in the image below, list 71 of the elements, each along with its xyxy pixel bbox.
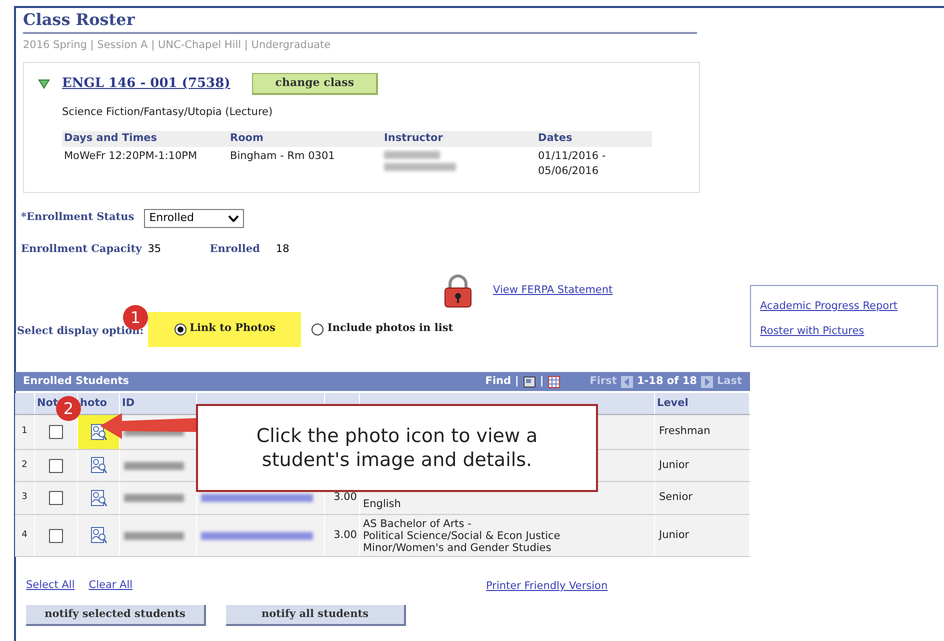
level: Freshman: [659, 424, 710, 440]
capacity-value: 35: [148, 242, 162, 257]
row-number: 4: [22, 528, 28, 542]
footer-link[interactable]: Clear All: [88, 578, 133, 594]
level: Junior: [659, 528, 690, 543]
units: 3.00: [334, 528, 357, 543]
change-class-button[interactable]: change class: [252, 72, 378, 95]
row-number: 3: [22, 491, 28, 504]
row-checkbox[interactable]: [49, 528, 63, 542]
report-link[interactable]: Academic Progress Report: [760, 299, 898, 315]
radio-option[interactable]: Link to Photos: [148, 312, 302, 346]
field-label: Enrolled: [210, 242, 260, 257]
days-times: MoWeFr 12:20PM-1:10PM: [64, 148, 198, 164]
previous-page-icon: [620, 376, 633, 388]
student-photo-icon[interactable]: [90, 424, 106, 440]
row-checkbox[interactable]: [49, 491, 63, 505]
blurred-student-id: [124, 532, 184, 540]
field-label: *Enrollment Status: [21, 210, 134, 226]
printer-friendly-link[interactable]: Printer Friendly Version: [486, 579, 608, 595]
blurred-instructor-names: [384, 148, 456, 170]
column-header: ID: [122, 396, 135, 411]
spreadsheet-icon[interactable]: [548, 376, 560, 388]
student-photo-icon[interactable]: [90, 457, 106, 474]
radio-option[interactable]: Include photos in list: [301, 312, 464, 346]
dates: 01/11/2016 - 05/06/2016: [538, 148, 606, 180]
report-link[interactable]: Roster with Pictures: [760, 324, 864, 340]
padlock-icon: [443, 274, 473, 308]
student-photo-icon[interactable]: [90, 490, 106, 506]
enrolled-value: 18: [276, 242, 290, 257]
collapse-triangle-icon[interactable]: [38, 78, 50, 89]
grid-title: Enrolled Students: [23, 374, 129, 389]
next-page-icon: [700, 376, 713, 388]
callout-text: Click the photo icon to view a student's image and details.: [255, 424, 539, 472]
separator: |: [540, 374, 544, 389]
enrollment-status-dropdown[interactable]: Enrolled: [144, 208, 244, 228]
radio-button-icon[interactable]: [311, 322, 324, 336]
student-photo-icon[interactable]: [90, 527, 106, 544]
class-link[interactable]: ENGL 146 - 001 (7538): [62, 74, 230, 94]
column-header: Not: [37, 396, 58, 411]
row-checkbox[interactable]: [49, 458, 63, 472]
column-header: hoto: [80, 396, 107, 411]
row-checkbox[interactable]: [49, 425, 63, 439]
row-number: 1: [22, 425, 28, 438]
blurred-student-id: [124, 462, 184, 470]
blurred-student-id: [124, 494, 184, 502]
units: 3.00: [334, 490, 357, 506]
column-header: Room: [230, 130, 264, 146]
column-header: Days and Times: [64, 130, 158, 146]
field-label: Enrollment Capacity: [21, 242, 142, 257]
zoom-grid-icon[interactable]: [522, 376, 536, 388]
level: Junior: [659, 458, 690, 473]
program-plan: English: [363, 498, 401, 510]
row-number: 2: [22, 458, 28, 472]
level: Senior: [659, 490, 692, 506]
column-header: Level: [657, 396, 688, 411]
radio-button-icon[interactable]: [174, 322, 187, 336]
page-range: 1-18 of 18: [636, 374, 697, 389]
notify-button[interactable]: notify selected students: [26, 605, 206, 626]
footer-link[interactable]: Select All: [26, 578, 75, 594]
chevron-down-icon: [228, 214, 240, 222]
room: Bingham - Rm 0301: [230, 148, 335, 164]
program-plan: AS Bachelor of Arts - Political Science/Social & Econ Justice Minor/Women's and Gender Studies: [363, 518, 560, 554]
column-header: Instructor: [384, 130, 443, 146]
class-description: Science Fiction/Fantasy/Utopia (Lecture): [62, 104, 273, 120]
find-link[interactable]: Find: [485, 374, 512, 390]
subtitle: 2016 Spring | Session A | UNC-Chapel Hill | Undergraduate: [23, 38, 331, 53]
separator: |: [515, 374, 519, 389]
notify-button[interactable]: notify all students: [226, 605, 406, 626]
column-header: Dates: [538, 130, 572, 146]
page-title: Class Roster: [23, 10, 135, 30]
ferpa-link[interactable]: View FERPA Statement: [493, 282, 613, 298]
